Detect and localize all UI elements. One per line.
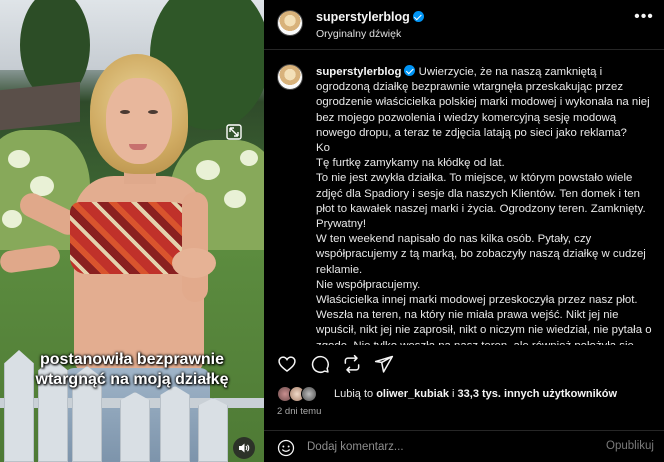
video-caption: wtargnąć na moją działkę [35,371,229,388]
post-panel: superstylerblog Oryginalny dźwięk ••• su… [264,0,664,462]
video-flower [224,190,246,208]
share-icon [344,354,360,374]
video-caption: postanowiła bezprawnie [39,351,225,368]
heart-icon [278,356,296,373]
header-username-row[interactable]: superstylerblog [316,10,424,24]
post-comment-button[interactable]: Opublikuj [606,440,654,452]
send-button[interactable] [373,353,395,375]
liker-username[interactable]: oliwer_kubiak [376,388,449,400]
post-timestamp[interactable]: 2 dni temu [277,406,321,417]
caption-username[interactable]: superstylerblog [316,66,401,78]
person-arm [182,192,208,302]
expand-icon [226,124,242,140]
person-face [106,78,172,164]
likes-text[interactable]: Lubią to oliwer_kubiak i 33,3 tys. innyc… [334,388,617,400]
more-horizontal-icon: ••• [634,8,654,25]
person-hand [172,248,216,278]
person-eye [120,110,130,114]
post-header: superstylerblog Oryginalny dźwięk ••• [264,0,664,50]
action-bar [264,351,664,379]
video-flower [2,210,22,228]
fence-picket [160,386,190,462]
expand-video-button[interactable] [224,122,244,142]
avatar[interactable] [277,64,303,90]
video-flower [240,150,258,166]
send-icon [374,355,394,373]
caption-body: Uwierzycie, że na naszą zamkniętą i ogro… [316,66,652,345]
fence-picket [198,398,228,462]
likes-summary: Lubią to oliwer_kubiak i 33,3 tys. innyc… [277,386,657,404]
comment-input[interactable] [307,437,587,457]
verified-badge-icon [412,11,424,22]
avatar[interactable] [277,10,303,36]
fence-picket [120,392,150,462]
header-username[interactable]: superstylerblog [316,10,410,24]
caption-text: superstylerblog Uwierzycie, że na naszą … [316,65,652,345]
reel-video[interactable]: postanowiła bezprawnie wtargnąć na moją … [0,0,264,462]
add-comment-bar: Opublikuj [264,430,664,462]
caption-comment: superstylerblog Uwierzycie, że na naszą … [264,51,664,345]
repost-button[interactable] [341,353,363,375]
mute-button[interactable] [233,437,255,459]
likes-connector: i [448,388,458,400]
likes-count[interactable]: 33,3 tys. innych użytkowników [458,388,618,400]
more-options-button[interactable]: ••• [632,9,656,30]
video-flower [8,150,30,168]
likes-prefix: Lubią to [334,388,377,400]
audio-label[interactable]: Oryginalny dźwięk [316,28,401,40]
person-eye [148,110,158,114]
verified-badge-icon [404,65,416,76]
like-button[interactable] [276,353,298,375]
liker-avatar[interactable] [301,386,317,402]
emoji-icon[interactable] [277,439,295,457]
comment-icon [311,355,329,373]
comment-button[interactable] [309,353,331,375]
speaker-icon [239,443,250,453]
